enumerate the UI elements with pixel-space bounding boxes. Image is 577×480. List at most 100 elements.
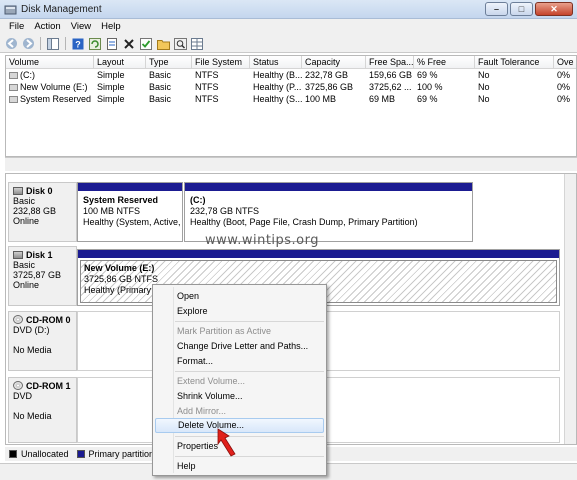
disk-icon <box>13 187 23 195</box>
primary-partition-bar <box>78 250 559 258</box>
menu-help[interactable]: Help <box>96 19 126 35</box>
title-bar: Disk Management – □ ✕ <box>0 0 577 19</box>
check-icon[interactable] <box>139 37 153 51</box>
column-layout[interactable]: Layout <box>94 56 146 69</box>
folder-icon[interactable] <box>156 37 170 51</box>
column-capacity[interactable]: Capacity <box>302 56 366 69</box>
minimize-button[interactable]: – <box>485 2 508 16</box>
toolbar: ? <box>0 35 577 53</box>
refresh-icon[interactable] <box>88 37 102 51</box>
cell-file-system: NTFS <box>195 94 219 104</box>
cell-volume: System Reserved <box>6 93 94 105</box>
cdrom-icon <box>13 315 23 324</box>
column-fault-tolerance[interactable]: Fault Tolerance <box>475 56 554 69</box>
unallocated-swatch <box>9 450 17 458</box>
cell-type: Basic <box>149 94 172 104</box>
disk-status: Online <box>13 280 40 290</box>
menu-action[interactable]: Action <box>29 19 65 35</box>
legend-primary: Primary partition <box>88 449 155 459</box>
disk-1-label[interactable]: Disk 1 Basic 3725,87 GB Online <box>8 246 77 306</box>
cell-fault-tolerance: No <box>478 70 490 80</box>
cell-free-space: 69 MB <box>369 94 396 104</box>
cell-fault-tolerance: No <box>478 94 490 104</box>
toolbar-separator <box>65 37 66 50</box>
maximize-icon: □ <box>518 4 525 14</box>
column-status[interactable]: Status <box>250 56 302 69</box>
disk-name: Disk 0 <box>26 186 53 196</box>
volume-list-header: Volume Layout Type File System Status Ca… <box>6 56 576 69</box>
cell-free-space: 3725,62 ... <box>369 82 412 92</box>
menu-separator <box>175 436 324 437</box>
partition-body: System Reserved 100 MB NTFS Healthy (Sys… <box>80 193 180 239</box>
partition-size: 100 MB NTFS <box>83 206 141 216</box>
menu-item-explore[interactable]: Explore <box>155 304 324 318</box>
menu-item-mark-active[interactable]: Mark Partition as Active <box>155 324 324 338</box>
menu-item-format[interactable]: Format... <box>155 354 324 368</box>
cell-overhead: 0% <box>557 82 571 92</box>
pane-splitter[interactable] <box>5 157 577 171</box>
cdrom-1-label[interactable]: CD-ROM 1 DVD No Media <box>8 377 77 443</box>
disk-type: DVD <box>13 391 33 401</box>
menu-item-open[interactable]: Open <box>155 289 324 303</box>
disk-name: CD-ROM 1 <box>26 381 71 391</box>
disk-type: Basic <box>13 196 36 206</box>
partition-size: 232,78 GB NTFS <box>190 206 260 216</box>
properties-icon[interactable] <box>105 37 119 51</box>
cell-capacity: 3725,86 GB <box>305 82 354 92</box>
menu-item-shrink-volume[interactable]: Shrink Volume... <box>155 389 324 403</box>
column-file-system[interactable]: File System <box>192 56 250 69</box>
forward-icon[interactable] <box>21 37 35 51</box>
cell-type: Basic <box>149 82 172 92</box>
search-icon[interactable] <box>173 37 187 51</box>
menu-item-properties[interactable]: Properties <box>155 439 324 453</box>
menu-item-extend-volume[interactable]: Extend Volume... <box>155 374 324 388</box>
partition-name: System Reserved <box>83 195 159 205</box>
menu-file[interactable]: File <box>4 19 29 35</box>
menu-item-delete-volume[interactable]: Delete Volume... <box>155 418 324 433</box>
cdrom-0-label[interactable]: CD-ROM 0 DVD (D:) No Media <box>8 311 77 371</box>
cell-file-system: NTFS <box>195 70 219 80</box>
disk-management-icon <box>4 5 17 15</box>
column-percent-free[interactable]: % Free <box>414 56 475 69</box>
delete-icon[interactable] <box>122 37 136 51</box>
menu-view[interactable]: View <box>66 19 96 35</box>
legend-unallocated: Unallocated <box>21 449 69 459</box>
maximize-button[interactable]: □ <box>510 2 533 16</box>
console-tree-icon[interactable] <box>46 37 60 51</box>
menu-item-change-drive-letter[interactable]: Change Drive Letter and Paths... <box>155 339 324 353</box>
partition-system-reserved[interactable]: System Reserved 100 MB NTFS Healthy (Sys… <box>77 182 183 242</box>
disk-size: 3725,87 GB <box>13 270 62 280</box>
help-icon[interactable]: ? <box>71 37 85 51</box>
close-button[interactable]: ✕ <box>535 2 573 16</box>
table-row[interactable]: New Volume (E:) Simple Basic NTFS Health… <box>6 81 576 93</box>
window-title: Disk Management <box>21 4 102 15</box>
cell-percent-free: 69 % <box>417 70 438 80</box>
cell-status: Healthy (B... <box>253 70 302 80</box>
cell-file-system: NTFS <box>195 82 219 92</box>
disk-0-label[interactable]: Disk 0 Basic 232,88 GB Online <box>8 182 77 242</box>
column-volume[interactable]: Volume <box>6 56 94 69</box>
cell-volume: (C:) <box>6 69 94 81</box>
cell-layout: Simple <box>97 94 125 104</box>
disk-icon <box>13 251 23 259</box>
menu-item-add-mirror[interactable]: Add Mirror... <box>155 404 324 418</box>
partition-health: Healthy (Boot, Page File, Crash Dump, Pr… <box>190 217 418 227</box>
cell-volume: New Volume (E:) <box>6 81 94 93</box>
disk-status: No Media <box>13 411 52 421</box>
table-row[interactable]: System Reserved Simple Basic NTFS Health… <box>6 93 576 105</box>
cell-layout: Simple <box>97 70 125 80</box>
cdrom-icon <box>13 381 23 390</box>
back-icon[interactable] <box>4 37 18 51</box>
close-icon: ✕ <box>550 4 558 14</box>
table-row[interactable]: (C:) Simple Basic NTFS Healthy (B... 232… <box>6 69 576 81</box>
menu-item-help[interactable]: Help <box>155 459 324 473</box>
cell-capacity: 232,78 GB <box>305 70 349 80</box>
column-type[interactable]: Type <box>146 56 192 69</box>
vertical-scrollbar[interactable] <box>564 174 576 444</box>
column-free-space[interactable]: Free Spa... <box>366 56 414 69</box>
disk-status: Online <box>13 216 40 226</box>
cell-percent-free: 100 % <box>417 82 443 92</box>
primary-partition-swatch <box>76 450 85 458</box>
grid-icon[interactable] <box>190 37 204 51</box>
column-overhead[interactable]: Ove <box>554 56 576 69</box>
